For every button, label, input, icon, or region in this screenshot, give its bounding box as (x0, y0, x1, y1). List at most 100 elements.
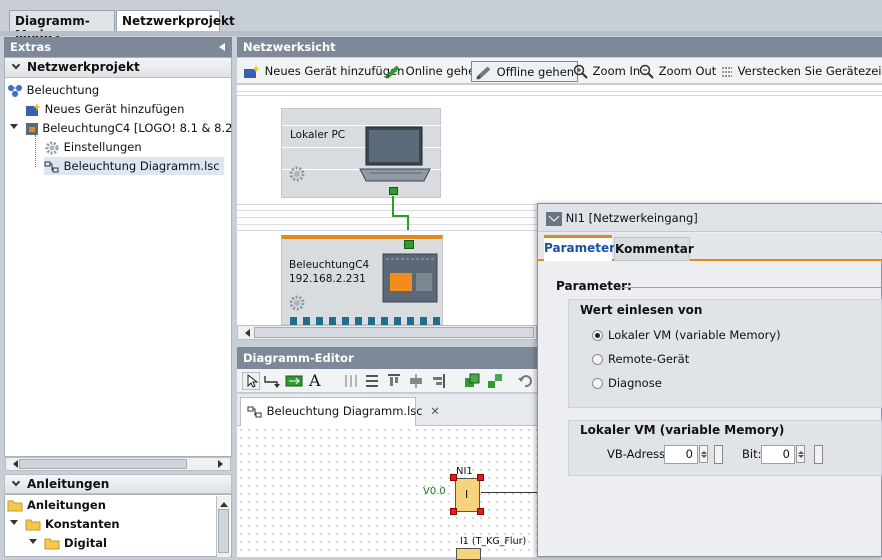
bit-label: Bit: (742, 447, 762, 461)
scroll-up-icon[interactable] (220, 498, 228, 507)
scroll-thumb[interactable] (254, 327, 534, 338)
device-ip: 192.168.2.231 (289, 273, 366, 285)
tab-diagramm-modus[interactable]: Diagramm-Modus (9, 10, 115, 42)
expand-triangle-icon[interactable] (29, 539, 37, 548)
block-ni1[interactable]: I (455, 478, 480, 512)
hide-rows-icon (722, 67, 732, 76)
expand-triangle-icon[interactable] (10, 520, 18, 529)
zoom-in-button[interactable]: Zoom In (570, 61, 643, 82)
offline-plug-icon (476, 66, 491, 80)
tab-netzwerkprojekt[interactable]: Netzwerkprojekt (116, 10, 235, 32)
block-tool-icon[interactable] (285, 373, 303, 389)
radio-icon (592, 354, 603, 365)
anleitungen-vscrollbar[interactable] (216, 496, 230, 557)
read-from-heading: Wert einlesen von (580, 303, 703, 317)
device-ethernet-port (404, 240, 414, 249)
block-ni1-input: V0.0 (423, 486, 446, 497)
block-ni1-label: NI1 (456, 466, 473, 477)
netzwerkprojekt-section-header[interactable]: Netzwerkprojekt (5, 58, 231, 78)
vb-address-input[interactable]: 0 (664, 445, 698, 464)
block-ni1-symbol: I (465, 488, 469, 501)
block-i1-label: I1 (T_KG_Flur) (460, 536, 527, 547)
dialog-title: NI1 [Netzwerkeingang] (565, 211, 698, 225)
bit-input[interactable]: 0 (761, 445, 795, 464)
scroll-left-icon[interactable] (241, 329, 250, 337)
text-tool-icon[interactable]: A (309, 371, 321, 390)
radio-remote-device[interactable]: Remote-Gerät (592, 352, 689, 366)
radio-selected-icon (592, 330, 603, 341)
tree-item-beleuchtung[interactable]: Beleuchtung (7, 81, 99, 99)
offline-label: Offline gehen (496, 65, 575, 79)
dialog-tab-parameter[interactable]: Parameter (544, 235, 615, 261)
scroll-thumb[interactable] (218, 509, 229, 553)
block-i1[interactable] (456, 548, 481, 560)
ungroup-icon[interactable] (487, 373, 503, 389)
align-top-icon[interactable] (386, 373, 402, 389)
netzwerkprojekt-section-title: Netzwerkprojekt (27, 60, 140, 74)
parameters-divider (618, 287, 882, 288)
laptop-icon (359, 126, 431, 182)
tree-item-beleuchtungc4[interactable]: BeleuchtungC4 [LOGO! 8.1 & 8.2 (LOGO (10, 119, 274, 137)
distribute-icon[interactable] (408, 373, 424, 389)
undo-icon[interactable] (517, 373, 533, 389)
radio-local-vm-label: Lokaler VM (variable Memory) (608, 328, 781, 342)
extras-header: Extras (4, 37, 232, 57)
extras-title: Extras (10, 40, 52, 54)
radio-icon (592, 378, 603, 389)
radio-local-vm[interactable]: Lokaler VM (variable Memory) (592, 328, 781, 342)
online-button[interactable]: Online gehen (381, 61, 485, 82)
network-hscrollbar[interactable] (237, 325, 537, 340)
selection-handle[interactable] (477, 508, 484, 515)
zoom-out-button[interactable]: Zoom Out (636, 61, 719, 82)
cut-connection-icon[interactable] (343, 373, 359, 389)
radio-diagnose[interactable]: Diagnose (592, 376, 662, 390)
align-icon[interactable] (364, 373, 380, 389)
add-device-icon (26, 102, 41, 116)
radio-remote-label: Remote-Gerät (608, 352, 690, 366)
bit-browse-button[interactable] (814, 445, 823, 464)
selection-handle[interactable] (477, 474, 484, 481)
bit-spinner[interactable] (796, 445, 805, 463)
chevron-down-icon (11, 477, 21, 487)
tree-item-add-device[interactable]: Neues Gerät hinzufügen (25, 100, 184, 118)
logo-device-icon (25, 122, 38, 135)
scroll-right-icon[interactable] (218, 460, 227, 468)
anleitungen-section-header[interactable]: Anleitungen (4, 474, 232, 494)
vb-browse-button[interactable] (714, 445, 723, 464)
folder-icon (44, 538, 60, 550)
scroll-thumb[interactable] (19, 459, 187, 469)
tree-item-digital[interactable]: Digital (29, 534, 107, 552)
vb-address-spinner[interactable] (699, 445, 708, 463)
scroll-left-icon[interactable] (9, 460, 18, 468)
pc-device-card[interactable]: Lokaler PC (281, 108, 442, 198)
editor-file-tab[interactable]: Beleuchtung Diagramm.lsc ✕ (240, 397, 440, 426)
selection-handle[interactable] (450, 474, 457, 481)
add-device-icon (244, 64, 260, 78)
parameters-heading: Parameter: (556, 279, 632, 293)
tree-item-anleitungen[interactable]: Anleitungen (7, 496, 106, 514)
dialog-tab-kommentar[interactable]: Kommentar (614, 237, 694, 261)
offline-button[interactable]: Offline gehen (471, 61, 579, 82)
zoom-in-label: Zoom In (592, 64, 641, 78)
netzwerksicht-header: Netzwerksicht (237, 37, 882, 57)
tree-item-einstellungen[interactable]: Einstellungen (44, 138, 142, 156)
tree-item-konstanten[interactable]: Konstanten (10, 515, 120, 533)
diagram-file-icon (44, 161, 59, 172)
extras-hscrollbar[interactable] (5, 457, 231, 471)
align-right-icon[interactable] (430, 373, 446, 389)
logo-device-card[interactable]: BeleuchtungC4 192.168.2.231 (281, 235, 443, 325)
selection-handle[interactable] (450, 508, 457, 515)
anleitungen-title: Anleitungen (27, 477, 110, 491)
select-pointer-icon[interactable] (242, 372, 260, 390)
hide-device-rows-button[interactable]: Verstecken Sie Gerätezeile (717, 61, 882, 82)
tree-item-diagramm-file[interactable]: Beleuchtung Diagramm.lsc (44, 157, 224, 175)
diagramm-editor-header: Diagramm-Editor (237, 347, 537, 369)
dialog-titlebar[interactable]: NI1 [Netzwerkeingang] (538, 204, 882, 232)
connect-tool-icon[interactable] (263, 373, 281, 389)
close-icon[interactable]: ✕ (430, 404, 440, 418)
expand-triangle-icon[interactable] (10, 124, 18, 133)
group-icon[interactable] (464, 373, 480, 389)
collapse-left-icon[interactable] (215, 43, 225, 51)
editor-file-tab-label: Beleuchtung Diagramm.lsc (266, 404, 423, 418)
local-vm-heading: Lokaler VM (variable Memory) (580, 423, 785, 437)
